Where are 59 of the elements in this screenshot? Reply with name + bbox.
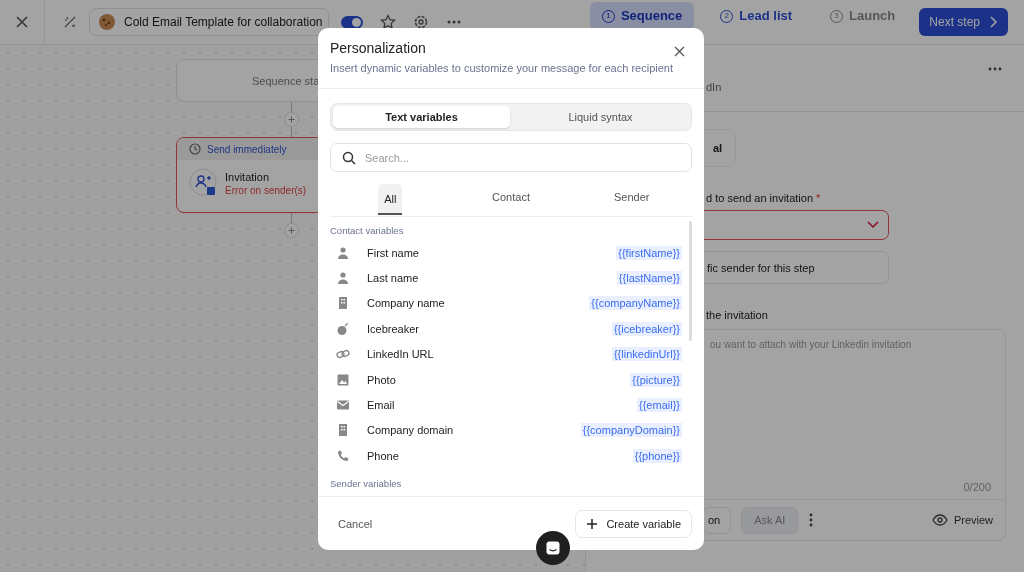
variable-row[interactable]: Company name {{companyName}}: [330, 290, 692, 317]
variable-tag: {{phone}}: [632, 448, 682, 463]
chat-icon: [545, 540, 561, 556]
character-counter: 0/200: [963, 481, 991, 493]
chevron-right-icon: [988, 16, 998, 28]
image-icon: [336, 372, 350, 387]
create-variable-button[interactable]: Create variable: [575, 509, 692, 538]
delay-label: Send immediately: [207, 143, 287, 155]
star-icon[interactable]: [380, 14, 396, 30]
variable-tag: {{lastName}}: [616, 271, 682, 286]
add-step-button[interactable]: [284, 223, 299, 238]
mode-tab[interactable]: Text variables: [333, 106, 510, 128]
bomb-icon: [336, 321, 350, 336]
cancel-button[interactable]: Cancel: [338, 517, 373, 530]
add-step-button[interactable]: [284, 112, 299, 127]
variable-tag: {{companyName}}: [589, 296, 682, 311]
person-icon: [336, 245, 350, 260]
cookie-icon: [98, 13, 116, 31]
plus-icon: [586, 517, 599, 530]
settings-icon[interactable]: [413, 14, 429, 30]
next-step-button[interactable]: Next step: [919, 8, 1008, 36]
chevron-down-icon: [866, 220, 880, 230]
add-person-icon: [189, 168, 219, 198]
filter-tab[interactable]: Contact: [486, 184, 536, 209]
variable-tag: {{icebreaker}}: [611, 321, 682, 336]
section-heading: Contact variables: [330, 225, 405, 236]
panel-title: dIn: [706, 81, 722, 93]
field-label: the invitation: [706, 309, 768, 321]
mail-icon: [336, 398, 350, 413]
filter-tab[interactable]: All: [378, 184, 403, 215]
toggle-switch[interactable]: [341, 15, 363, 29]
filter-tab[interactable]: Sender: [607, 184, 656, 209]
scrollbar[interactable]: [689, 221, 692, 341]
variable-tag: {{email}}: [637, 398, 682, 413]
sequence-name-field[interactable]: Cold Email Template for collaboration: [89, 8, 329, 36]
step-title: Invitation: [225, 170, 271, 183]
variable-tag: {{picture}}: [630, 372, 682, 387]
eye-icon: [931, 514, 948, 526]
kebab-icon[interactable]: [808, 513, 815, 527]
person-icon: [336, 271, 350, 286]
dialog-title: Personalization: [330, 40, 427, 56]
building-icon: [336, 423, 350, 438]
close-icon: [15, 15, 29, 29]
clock-icon: [189, 143, 201, 155]
section-heading: Sender variables: [330, 477, 403, 489]
error-text: Error on sender(s): [225, 184, 307, 196]
close-icon[interactable]: [674, 46, 685, 57]
search-icon: [342, 150, 356, 165]
phone-icon: [336, 448, 350, 463]
variable-tag: {{linkedinUrl}}: [611, 347, 682, 362]
search-field[interactable]: Search...: [330, 143, 692, 172]
step-tab[interactable]: 2 Lead list: [708, 2, 805, 30]
mode-tab[interactable]: Liquid syntax: [512, 106, 689, 128]
step-tab[interactable]: 1 Sequence: [589, 2, 695, 30]
variable-tag: {{firstName}}: [616, 245, 682, 260]
field-label: d to send an invitation *: [706, 192, 821, 204]
building-icon: [336, 296, 350, 311]
preview-button[interactable]: Preview: [931, 514, 993, 526]
variable-tag: {{companyDomain}}: [580, 423, 682, 438]
